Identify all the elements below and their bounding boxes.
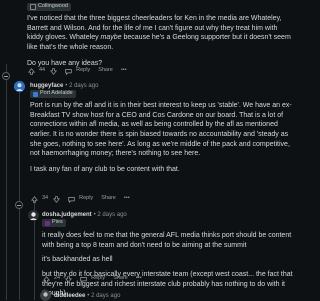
- more-options-icon[interactable]: •••: [121, 67, 127, 75]
- avatar[interactable]: [28, 210, 39, 221]
- downvote-icon[interactable]: [49, 67, 57, 75]
- reply-icon[interactable]: [64, 67, 72, 75]
- downvote-icon[interactable]: [52, 195, 60, 203]
- avatar[interactable]: [40, 290, 51, 301]
- comment-paragraph: Port is run by the afl and it is in thei…: [30, 102, 292, 158]
- comment-actions: 34 Reply Share •••: [30, 195, 130, 203]
- avatar[interactable]: [14, 81, 25, 92]
- more-options-icon[interactable]: •••: [124, 195, 130, 203]
- port-adelaide-logo-icon: [33, 91, 38, 97]
- pies-logo-icon: [45, 220, 50, 226]
- timestamp[interactable]: • 2 days ago: [65, 83, 98, 89]
- username[interactable]: dosha.judgement: [42, 212, 92, 218]
- collingwood-flair: Collingwood: [27, 3, 71, 11]
- comment-body: Port is run by the afl and it is in thei…: [30, 101, 295, 175]
- user-flair: Pies: [42, 219, 66, 229]
- collingwood-logo-icon: [30, 4, 36, 10]
- reply-button[interactable]: Reply: [79, 195, 93, 203]
- reply-icon[interactable]: [79, 275, 87, 283]
- vote-count: 34: [42, 195, 49, 202]
- more-options-icon[interactable]: •••: [136, 275, 142, 283]
- pies-flair: Pies: [42, 219, 66, 227]
- user-flair: Collingwood: [27, 3, 71, 14]
- collapse-thread-button[interactable]: [15, 201, 23, 209]
- share-button[interactable]: Share: [98, 67, 113, 75]
- upvote-icon[interactable]: [30, 195, 38, 203]
- comment-paragraph: I task any fan of any club to be content…: [30, 165, 180, 173]
- reply-button[interactable]: Reply: [91, 275, 105, 283]
- comment-actions: 44 Reply Share •••: [27, 67, 127, 75]
- vote-count: 24: [54, 275, 61, 282]
- vote-count: 44: [39, 67, 46, 74]
- share-button[interactable]: Share: [113, 275, 128, 283]
- reply-button[interactable]: Reply: [76, 67, 90, 75]
- username[interactable]: huggeyface: [30, 83, 63, 89]
- port-adelaide-flair: Port Adelaide: [30, 90, 76, 98]
- comment-body: it really does feel to me that the gener…: [42, 231, 295, 299]
- comment-paragraph: it's backhanded as hell: [42, 256, 113, 264]
- downvote-icon[interactable]: [64, 275, 72, 283]
- comment-body: I've noticed that the three biggest chee…: [27, 14, 295, 68]
- user-flair: Port Adelaide: [30, 90, 76, 100]
- comment-paragraph: I've noticed that the three biggest chee…: [27, 15, 291, 51]
- timestamp[interactable]: • 2 days ago: [94, 212, 127, 218]
- thread-line[interactable]: [6, 64, 7, 300]
- comment-header: diddleedee • 2 days ago: [54, 291, 120, 301]
- comment-actions: 24 Reply Share •••: [42, 275, 142, 283]
- share-button[interactable]: Share: [101, 195, 116, 203]
- upvote-icon[interactable]: [27, 67, 35, 75]
- thread-line[interactable]: [19, 92, 20, 300]
- timestamp[interactable]: • 2 days ago: [87, 293, 120, 299]
- username[interactable]: diddleedee: [54, 293, 85, 299]
- collapse-thread-button[interactable]: [2, 72, 10, 80]
- upvote-icon[interactable]: [42, 275, 50, 283]
- comment-paragraph: it really does feel to me that the gener…: [42, 232, 292, 249]
- reply-icon[interactable]: [67, 195, 75, 203]
